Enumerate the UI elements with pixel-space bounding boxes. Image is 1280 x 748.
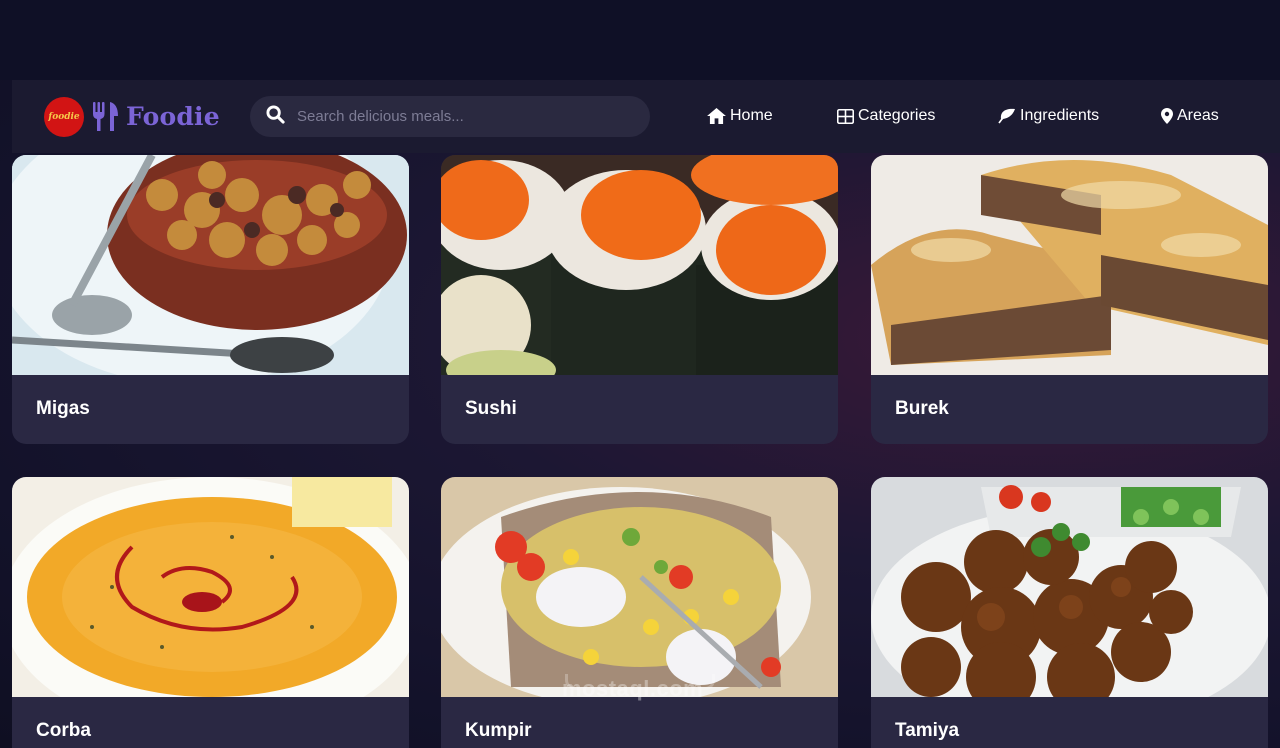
- logo-link[interactable]: foodie Foodie: [44, 96, 220, 137]
- nav-areas-label: Areas: [1177, 107, 1219, 124]
- meal-image: [441, 477, 838, 697]
- nav-ingredients-label: Ingredients: [1020, 107, 1100, 124]
- meal-title: Corba: [36, 720, 91, 741]
- nav-areas[interactable]: Areas: [1161, 107, 1219, 125]
- meal-image: [871, 477, 1268, 697]
- meal-image: [441, 155, 838, 375]
- meal-image: [12, 155, 409, 375]
- meal-title: Sushi: [465, 398, 517, 419]
- meal-title: Kumpir: [465, 720, 532, 741]
- grid-icon: [837, 108, 854, 124]
- meal-image: [12, 477, 409, 697]
- home-icon: [707, 108, 726, 124]
- brand-name: Foodie: [126, 102, 220, 131]
- nav-categories[interactable]: Categories: [837, 107, 935, 125]
- meal-title: Tamiya: [895, 720, 960, 741]
- map-pin-icon: [1161, 108, 1173, 124]
- search-bar: [250, 96, 650, 137]
- nav-categories-label: Categories: [858, 107, 936, 124]
- top-strip: [0, 0, 1280, 80]
- meal-image: [871, 155, 1268, 375]
- nav-ingredients[interactable]: Ingredients: [998, 107, 1099, 125]
- meal-title: Migas: [36, 398, 90, 419]
- leaf-icon: [998, 108, 1015, 124]
- search-icon[interactable]: [266, 104, 285, 129]
- meal-card-burek[interactable]: Burek: [871, 155, 1268, 444]
- utensils-icon: [92, 101, 120, 132]
- meal-card-corba[interactable]: Corba: [12, 477, 409, 748]
- search-input[interactable]: [297, 108, 627, 125]
- navbar: foodie Foodie Search delicious meals... …: [12, 80, 1280, 153]
- meal-card-kumpir[interactable]: Kumpir: [441, 477, 838, 748]
- meal-card-sushi[interactable]: Sushi: [441, 155, 838, 444]
- meal-title: Burek: [895, 398, 949, 419]
- meal-card-migas[interactable]: Migas: [12, 155, 409, 444]
- nav-home[interactable]: Home: [707, 107, 773, 125]
- logo-badge: foodie: [44, 96, 84, 137]
- nav-home-label: Home: [730, 107, 773, 124]
- watermark-text: mostaql.com: [562, 676, 704, 701]
- meal-card-tamiya[interactable]: Tamiya: [871, 477, 1268, 748]
